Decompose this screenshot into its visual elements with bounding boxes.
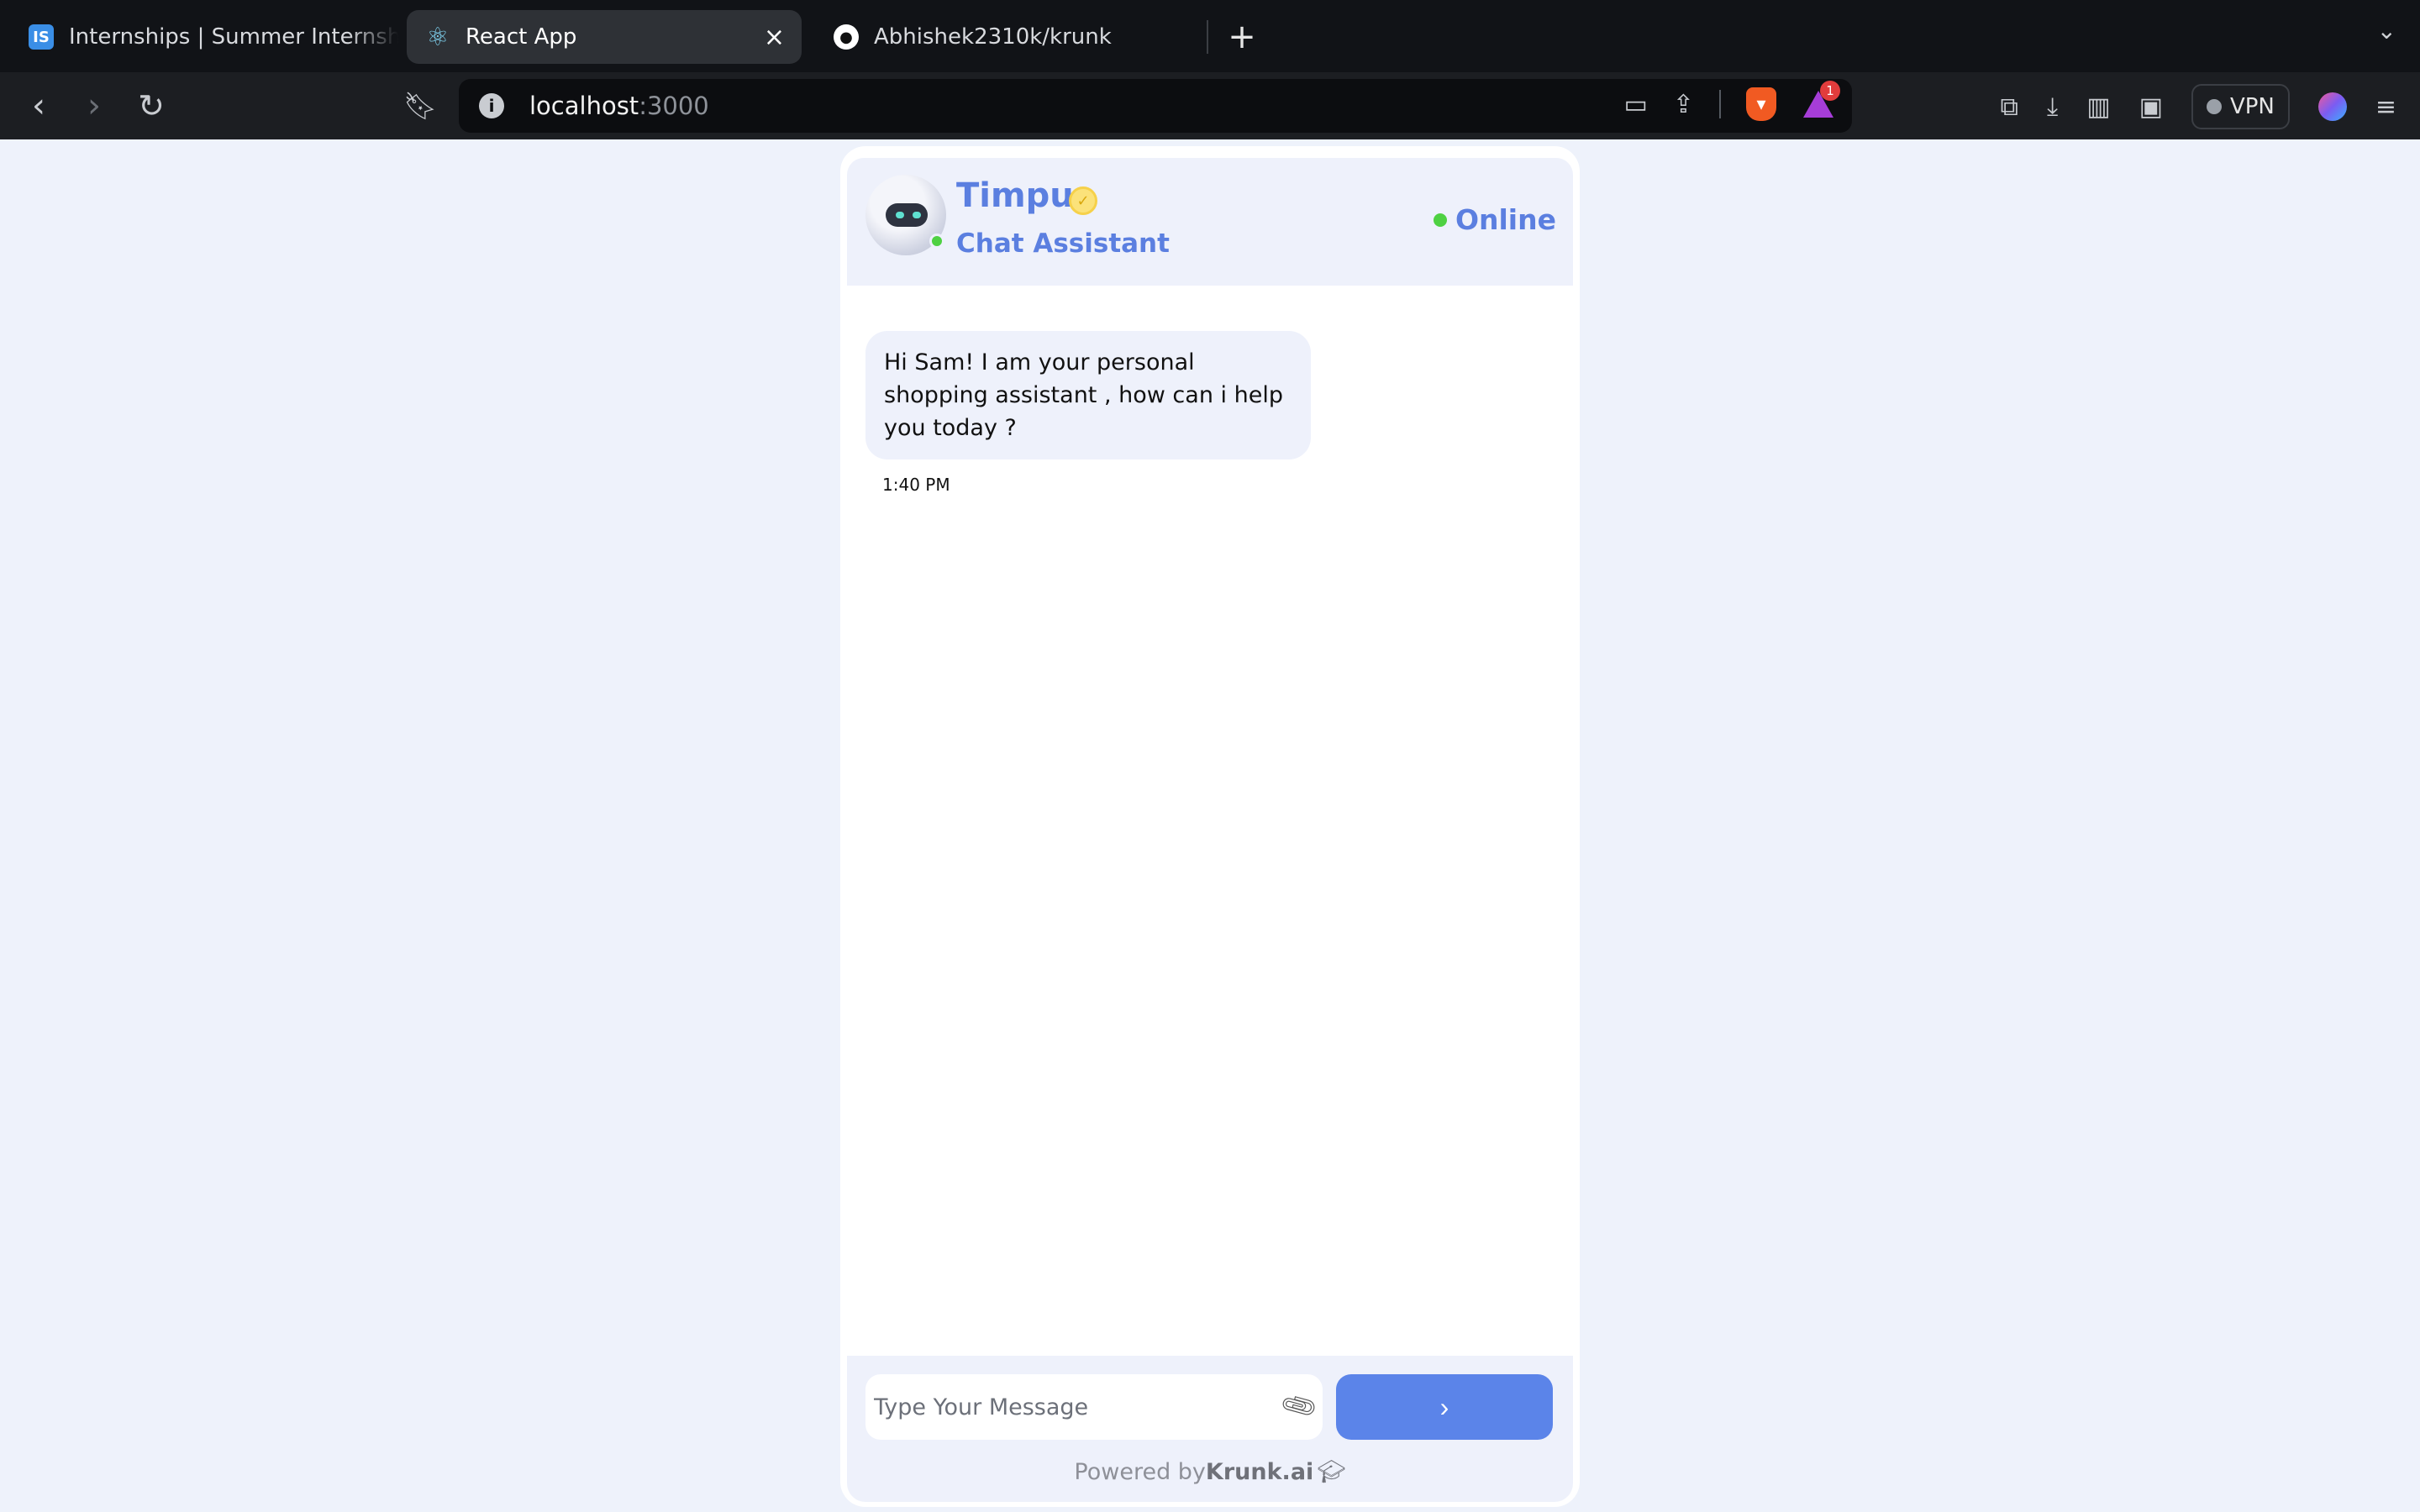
react-favicon-icon: ⚛ bbox=[426, 22, 450, 52]
close-tab-icon[interactable]: × bbox=[764, 23, 785, 52]
vpn-button[interactable]: VPN bbox=[2191, 84, 2290, 129]
message-item: Hi Sam! I am your personal shopping assi… bbox=[865, 331, 1555, 495]
bot-message-bubble: Hi Sam! I am your personal shopping assi… bbox=[865, 331, 1311, 459]
back-button[interactable]: ‹ bbox=[17, 84, 60, 128]
tab-github[interactable]: ● Abhishek2310k/krunk bbox=[815, 10, 1202, 64]
bookmark-icon[interactable]: 🔖︎ bbox=[398, 84, 442, 128]
new-tab-button[interactable]: + bbox=[1223, 12, 1260, 62]
browser-tab-bar: IS Internships | Summer Internship 20 ⚛ … bbox=[0, 0, 2420, 72]
url-host: localhost bbox=[529, 92, 639, 120]
message-input[interactable] bbox=[874, 1374, 1269, 1440]
verified-badge-icon: ✓ bbox=[1069, 186, 1097, 215]
status-indicator: Online bbox=[1433, 203, 1556, 236]
sidebar-icon[interactable]: ▥ bbox=[2086, 92, 2110, 122]
chat-footer: 📎︎ › Powered byKrunk.ai🎓︎ bbox=[847, 1356, 1573, 1502]
info-icon[interactable]: i bbox=[479, 93, 504, 118]
send-chevron-icon: › bbox=[1439, 1391, 1449, 1422]
divider bbox=[1719, 90, 1721, 118]
tab-list-chevron-icon[interactable]: ⌄ bbox=[2377, 17, 2396, 45]
hamburger-menu-icon[interactable]: ≡ bbox=[2375, 92, 2396, 122]
tab-title: Abhishek2310k/krunk bbox=[874, 24, 1112, 50]
message-composer: 📎︎ bbox=[865, 1374, 1323, 1440]
rewards-badge: 1 bbox=[1820, 81, 1840, 101]
wallet-icon[interactable]: ▣ bbox=[2139, 92, 2163, 122]
bot-avatar bbox=[865, 175, 946, 255]
chat-widget: Timpu ✓ Chat Assistant Online Hi Sam! I … bbox=[840, 146, 1580, 1507]
send-button[interactable]: › bbox=[1336, 1374, 1553, 1440]
cast-icon[interactable]: ▭ bbox=[1624, 90, 1648, 119]
paperclip-icon[interactable]: 📎︎ bbox=[1278, 1385, 1320, 1426]
internshala-favicon-icon: IS bbox=[29, 24, 54, 50]
brave-rewards-icon[interactable]: 1 bbox=[1802, 81, 1840, 121]
tab-title: React App bbox=[466, 24, 577, 50]
reload-button[interactable]: ↻ bbox=[129, 84, 173, 128]
tab-react-app[interactable]: ⚛ React App × bbox=[407, 10, 802, 64]
profile-avatar[interactable] bbox=[2317, 92, 2347, 121]
forward-button[interactable]: › bbox=[72, 84, 116, 128]
vpn-status-icon bbox=[2206, 99, 2222, 114]
tab-divider bbox=[1207, 20, 1208, 54]
chat-header: Timpu ✓ Chat Assistant Online bbox=[847, 158, 1573, 286]
share-icon[interactable]: ⇪ bbox=[1673, 90, 1694, 119]
tab-internships[interactable]: IS Internships | Summer Internship 20 bbox=[10, 10, 398, 64]
bot-name: Timpu bbox=[956, 176, 1074, 215]
message-list: Hi Sam! I am your personal shopping assi… bbox=[865, 331, 1555, 495]
vpn-label: VPN bbox=[2229, 94, 2275, 119]
brave-shields-icon[interactable]: ▾ bbox=[1746, 87, 1776, 121]
powered-prefix: Powered by bbox=[1074, 1459, 1206, 1485]
powered-by: Powered byKrunk.ai 🎓︎ bbox=[847, 1458, 1573, 1485]
github-favicon-icon: ● bbox=[834, 24, 859, 50]
graduation-cap-icon: 🎓︎ bbox=[1317, 1459, 1346, 1485]
bot-role: Chat Assistant bbox=[956, 228, 1170, 259]
browser-toolbar: ‹ › ↻ 🔖︎ i localhost:3000 ▭ ⇪ ▾ 1 ⧉ ⤓ ▥ … bbox=[0, 72, 2420, 139]
download-icon[interactable]: ⤓ bbox=[2047, 92, 2058, 122]
brand-link[interactable]: Krunk.ai bbox=[1206, 1459, 1313, 1485]
puzzle-icon[interactable]: ⧉ bbox=[2001, 92, 2018, 122]
online-status-dot bbox=[929, 234, 944, 249]
online-dot-icon bbox=[1433, 213, 1447, 227]
message-timestamp: 1:40 PM bbox=[882, 475, 950, 495]
status-text: Online bbox=[1455, 203, 1556, 236]
url-port: :3000 bbox=[639, 92, 709, 120]
page-viewport: Timpu ✓ Chat Assistant Online Hi Sam! I … bbox=[0, 139, 2420, 1512]
address-bar[interactable]: i localhost:3000 ▭ ⇪ ▾ 1 bbox=[459, 79, 1852, 133]
robot-icon bbox=[886, 203, 928, 227]
